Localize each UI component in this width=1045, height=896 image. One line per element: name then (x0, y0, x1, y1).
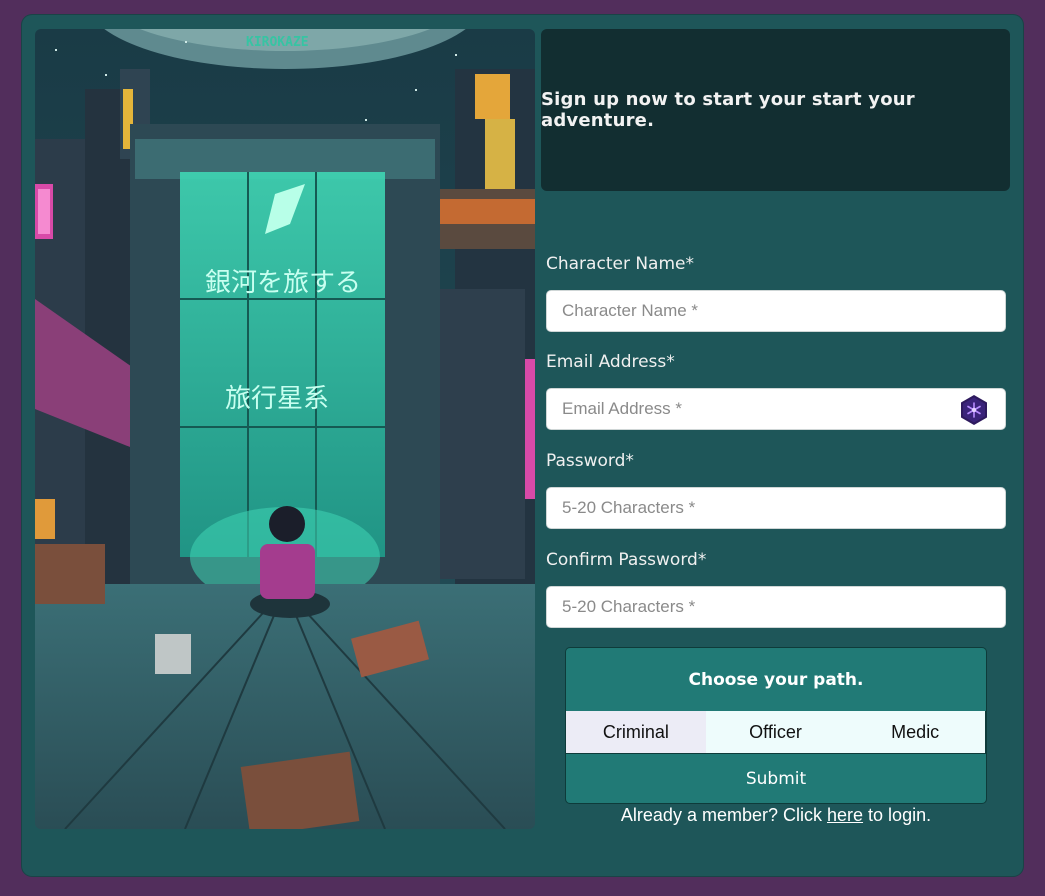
path-option-medic[interactable]: Medic (845, 711, 985, 753)
svg-text:旅行星系: 旅行星系 (225, 384, 329, 414)
path-option-officer[interactable]: Officer (706, 711, 846, 753)
kirokaze-sign: KIROKAZE (246, 35, 309, 50)
password-input[interactable] (546, 487, 1006, 529)
choose-path-text: Choose your path. (688, 669, 864, 690)
banner-text: Sign up now to start your start your adv… (541, 89, 915, 131)
choose-path-heading: Choose your path. (565, 647, 987, 711)
password-manager-icon[interactable] (958, 394, 990, 426)
email-label: Email Address* (546, 352, 675, 372)
confirm-password-label: Confirm Password* (546, 550, 707, 570)
login-prefix: Already a member? Click (620, 805, 822, 825)
path-option-criminal[interactable]: Criminal (566, 711, 706, 753)
submit-button[interactable]: Submit (565, 753, 987, 804)
login-suffix: to login. (868, 805, 932, 825)
login-prompt: Already a member? Click here to login. (565, 805, 987, 826)
password-label: Password* (546, 451, 634, 471)
svg-text:銀河を旅する: 銀河を旅する (205, 268, 361, 298)
confirm-password-input[interactable] (546, 586, 1006, 628)
path-options: Criminal Officer Medic (565, 711, 987, 753)
character-name-input[interactable] (546, 290, 1006, 332)
signup-banner: Sign up now to start your start your adv… (541, 29, 1010, 191)
cyberpunk-city-illustration: KIROKAZE 銀河を旅する 旅行星系 (35, 29, 535, 829)
email-input[interactable] (546, 388, 1006, 430)
character-name-label: Character Name* (546, 254, 694, 274)
login-link[interactable]: here (827, 805, 863, 825)
